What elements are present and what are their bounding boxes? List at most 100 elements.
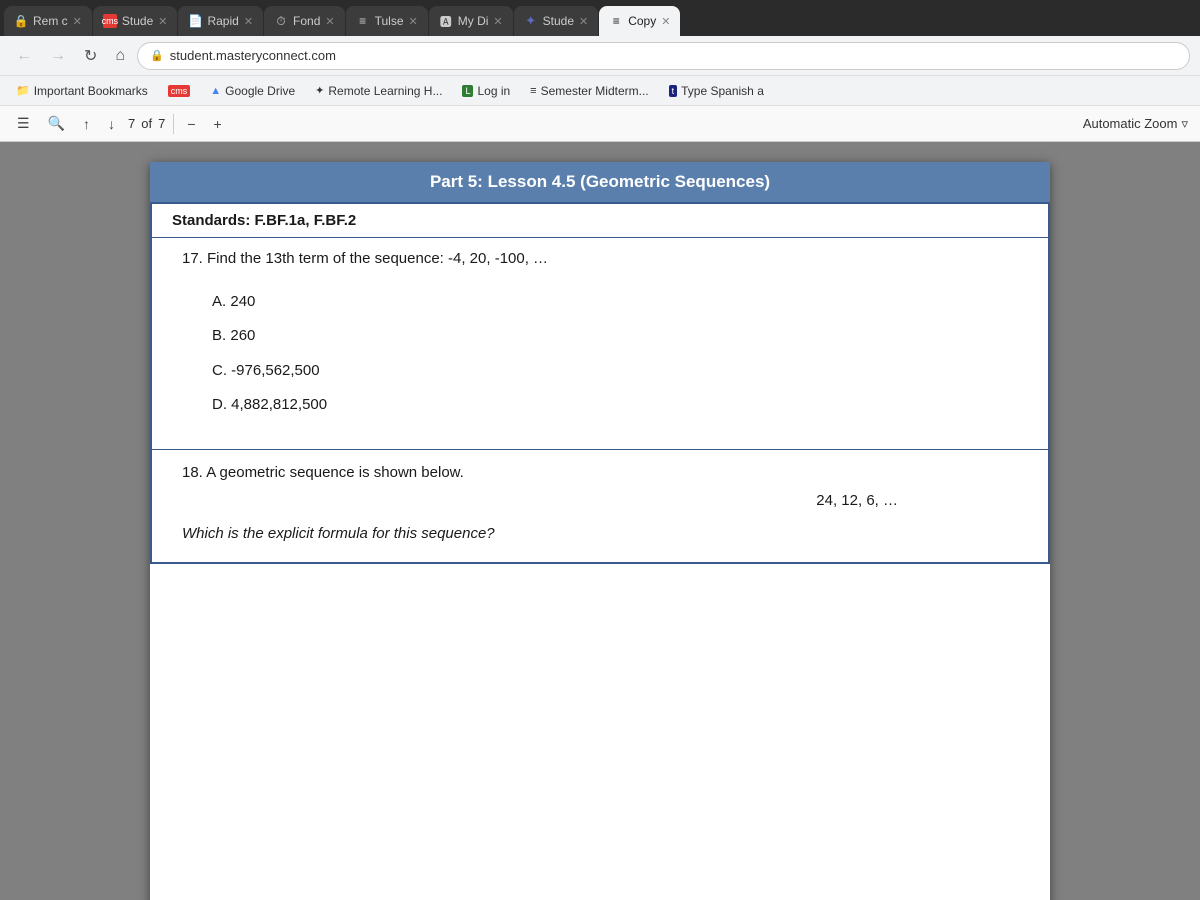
- bookmark-login[interactable]: L Log in: [456, 82, 516, 100]
- choice-a-label: A.: [212, 293, 226, 310]
- bookmark-remote-label: Remote Learning H...: [328, 84, 442, 98]
- choice-d: D. 4,882,812,500: [212, 394, 1018, 417]
- bookmark-remote-icon: ✦: [315, 84, 324, 97]
- tab-fond-label: Fond: [293, 14, 320, 28]
- pdf-up-button[interactable]: ↑: [78, 113, 95, 135]
- pdf-zoom-out-button[interactable]: −: [182, 113, 200, 135]
- pdf-down-button[interactable]: ↓: [103, 113, 120, 135]
- tab-copy[interactable]: ≡ Copy ✕: [599, 6, 680, 36]
- pdf-zoom-selector: Automatic Zoom ▿: [1083, 116, 1188, 132]
- tab-copy-close[interactable]: ✕: [661, 15, 670, 28]
- tab-fond[interactable]: ⏱ Fond ✕: [264, 6, 345, 36]
- tab-fond-icon: ⏱: [274, 14, 288, 28]
- pdf-zoom-dropdown-icon[interactable]: ▿: [1181, 116, 1188, 132]
- tab-stude1-icon: cms: [103, 14, 117, 28]
- tab-fond-close[interactable]: ✕: [325, 15, 334, 28]
- tab-stude2-close[interactable]: ✕: [579, 15, 588, 28]
- choice-c-value: -976,562,500: [231, 362, 319, 379]
- reload-button[interactable]: ↻: [78, 42, 103, 70]
- nav-bar: ← → ↻ ⌂ 🔒 student.masteryconnect.com: [0, 36, 1200, 76]
- tab-copy-label: Copy: [628, 14, 656, 28]
- pdf-zoom-label: Automatic Zoom: [1083, 116, 1178, 131]
- tab-stude1[interactable]: cms Stude ✕: [93, 6, 178, 36]
- bookmark-gdrive[interactable]: ▲ Google Drive: [204, 82, 301, 100]
- question-17-text: 17. Find the 13th term of the sequence: …: [182, 248, 1018, 271]
- bookmark-gdrive-icon: ▲: [210, 85, 221, 97]
- home-button[interactable]: ⌂: [109, 43, 131, 69]
- bookmark-cms-icon: cms: [168, 85, 191, 97]
- tab-stude2-icon: ✦: [524, 14, 538, 28]
- bookmark-typespanish-icon: t: [669, 85, 678, 97]
- pdf-search-button[interactable]: 🔍: [43, 112, 70, 135]
- bookmark-gdrive-label: Google Drive: [225, 84, 295, 98]
- bookmark-important[interactable]: 📁 Important Bookmarks: [10, 82, 154, 100]
- bookmark-semester[interactable]: ≡ Semester Midterm...: [524, 82, 654, 100]
- question-18-text: 18. A geometric sequence is shown below.: [182, 462, 1018, 485]
- forward-button[interactable]: →: [44, 43, 72, 69]
- bookmark-important-label: Important Bookmarks: [34, 84, 148, 98]
- standards-text: Standards: F.BF.1a, F.BF.2: [172, 212, 356, 229]
- choice-b-label: B.: [212, 327, 226, 344]
- pdf-toolbar: ☰ 🔍 ↑ ↓ 7 of 7 − + Automatic Zoom ▿: [0, 106, 1200, 142]
- pdf-zoom-in-button[interactable]: +: [209, 113, 227, 135]
- tab-tulse[interactable]: ≡ Tulse ✕: [346, 6, 428, 36]
- choice-d-label: D.: [212, 396, 227, 413]
- question-18-block: 18. A geometric sequence is shown below.…: [152, 450, 1048, 563]
- pdf-page: Part 5: Lesson 4.5 (Geometric Sequences)…: [150, 162, 1050, 900]
- tab-mydi-close[interactable]: ✕: [493, 15, 502, 28]
- back-button[interactable]: ←: [10, 43, 38, 69]
- tab-rapid-label: Rapid: [207, 14, 238, 28]
- tab-tulse-icon: ≡: [356, 14, 370, 28]
- address-bar[interactable]: 🔒 student.masteryconnect.com: [137, 42, 1190, 70]
- tab-rapid-icon: 📄: [188, 14, 202, 28]
- tab-remc[interactable]: 🔒 Rem c ✕: [4, 6, 92, 36]
- tab-remc-close[interactable]: ✕: [73, 15, 82, 28]
- pdf-page-total: 7: [158, 116, 165, 131]
- bookmark-typespanish-label: Type Spanish a: [681, 84, 764, 98]
- address-text: student.masteryconnect.com: [170, 48, 1177, 63]
- bookmark-semester-icon: ≡: [530, 85, 536, 97]
- choice-c: C. -976,562,500: [212, 360, 1018, 383]
- question-17-block: 17. Find the 13th term of the sequence: …: [152, 238, 1048, 450]
- bookmark-typespanish[interactable]: t Type Spanish a: [663, 82, 770, 100]
- bookmark-semester-label: Semester Midterm...: [541, 84, 649, 98]
- pdf-page-of: of: [141, 116, 152, 131]
- choice-d-value: 4,882,812,500: [231, 396, 327, 413]
- tab-mydi[interactable]: 🅰 My Di ✕: [429, 6, 513, 36]
- pdf-sidebar-toggle[interactable]: ☰: [12, 112, 35, 135]
- pdf-divider1: [173, 114, 174, 134]
- section-body: Standards: F.BF.1a, F.BF.2 17. Find the …: [150, 204, 1050, 564]
- pdf-page-info: 7 of 7: [128, 116, 165, 131]
- tab-tulse-close[interactable]: ✕: [409, 15, 418, 28]
- explicit-formula-question: Which is the explicit formula for this s…: [182, 525, 1018, 542]
- pdf-content[interactable]: Part 5: Lesson 4.5 (Geometric Sequences)…: [0, 142, 1200, 900]
- bookmark-remote[interactable]: ✦ Remote Learning H...: [309, 82, 448, 100]
- section-header: Part 5: Lesson 4.5 (Geometric Sequences): [150, 162, 1050, 204]
- tab-stude1-label: Stude: [122, 14, 153, 28]
- tab-stude2-label: Stude: [543, 14, 574, 28]
- choice-a-value: 240: [230, 293, 255, 310]
- tab-stude1-close[interactable]: ✕: [158, 15, 167, 28]
- bookmark-cms[interactable]: cms: [162, 83, 197, 99]
- choice-a: A. 240: [212, 291, 1018, 314]
- tab-rapid[interactable]: 📄 Rapid ✕: [178, 6, 263, 36]
- lock-icon: 🔒: [150, 49, 164, 62]
- choice-b-value: 260: [230, 327, 255, 344]
- browser-frame: 🔒 Rem c ✕ cms Stude ✕ 📄 Rapid ✕ ⏱ Fond ✕…: [0, 0, 1200, 900]
- tab-mydi-icon: 🅰: [439, 14, 453, 28]
- choice-c-label: C.: [212, 362, 227, 379]
- standards-line: Standards: F.BF.1a, F.BF.2: [152, 204, 1048, 238]
- bookmark-login-icon: L: [462, 85, 473, 97]
- choice-b: B. 260: [212, 325, 1018, 348]
- sequence-display: 24, 12, 6, …: [182, 492, 1018, 509]
- tab-remc-icon: 🔒: [14, 14, 28, 28]
- tab-rapid-close[interactable]: ✕: [244, 15, 253, 28]
- section-title: Part 5: Lesson 4.5 (Geometric Sequences): [430, 172, 770, 191]
- tab-bar: 🔒 Rem c ✕ cms Stude ✕ 📄 Rapid ✕ ⏱ Fond ✕…: [0, 0, 1200, 36]
- bookmark-login-label: Log in: [477, 84, 510, 98]
- bookmark-folder-icon: 📁: [16, 84, 30, 97]
- pdf-page-current: 7: [128, 116, 135, 131]
- tab-stude2[interactable]: ✦ Stude ✕: [514, 6, 599, 36]
- bookmarks-bar: 📁 Important Bookmarks cms ▲ Google Drive…: [0, 76, 1200, 106]
- tab-copy-icon: ≡: [609, 14, 623, 28]
